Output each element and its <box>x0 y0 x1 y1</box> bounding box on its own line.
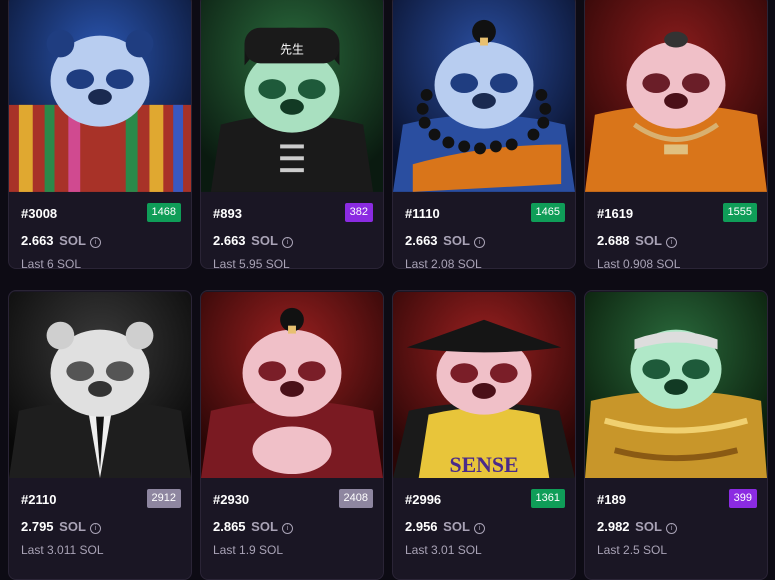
panda-artwork <box>9 0 191 192</box>
panda-artwork <box>9 292 191 478</box>
nft-price: 2.663 SOL i <box>213 233 293 248</box>
nft-grid: #3008 1468 2.663 SOL i Last 6 SOL 先生 #893 <box>0 0 775 580</box>
last-sale: Last 2.08 SOL <box>405 257 482 269</box>
last-sale: Last 3.011 SOL <box>21 543 104 557</box>
nft-image: 先生 <box>201 0 383 193</box>
rarity-badge: 1555 <box>722 203 757 222</box>
rarity-badge: 1361 <box>530 489 565 508</box>
nft-image <box>201 291 383 479</box>
nft-price: 2.795 SOL i <box>21 519 101 534</box>
nft-card[interactable]: #1619 1555 2.688 SOL i Last 0.908 SOL <box>584 0 768 269</box>
nft-name: #2930 <box>213 492 250 507</box>
panda-artwork <box>393 0 575 192</box>
rarity-badge: 399 <box>728 489 757 508</box>
nft-image <box>585 291 767 479</box>
nft-name: #3008 <box>21 206 58 221</box>
nft-image: SENSE <box>393 291 575 479</box>
info-icon[interactable]: i <box>89 237 101 248</box>
last-sale: Last 0.908 SOL <box>597 257 681 269</box>
panda-artwork <box>585 292 767 478</box>
last-sale: Last 3.01 SOL <box>405 543 482 557</box>
info-icon[interactable]: i <box>473 523 485 534</box>
nft-price: 2.663 SOL i <box>405 233 485 248</box>
rarity-badge: 2408 <box>338 489 373 508</box>
nft-name: #2110 <box>21 492 57 507</box>
nft-price: 2.865 SOL i <box>213 519 293 534</box>
last-sale: Last 1.9 SOL <box>213 543 284 557</box>
nft-price: 2.956 SOL i <box>405 519 485 534</box>
rarity-badge: 382 <box>344 203 373 222</box>
nft-name: #1110 <box>405 206 440 221</box>
nft-card[interactable]: #2110 2912 2.795 SOL i Last 3.011 SOL <box>8 290 192 580</box>
nft-name: #1619 <box>597 206 634 221</box>
info-icon[interactable]: i <box>89 523 101 534</box>
nft-card[interactable]: #1110 1465 2.663 SOL i Last 2.08 SOL <box>392 0 576 269</box>
rarity-badge: 1465 <box>530 203 565 222</box>
rarity-badge: 2912 <box>146 489 181 508</box>
nft-card[interactable]: #3008 1468 2.663 SOL i Last 6 SOL <box>8 0 192 269</box>
last-sale: Last 6 SOL <box>21 257 82 269</box>
panda-artwork: SENSE <box>393 292 575 478</box>
info-icon[interactable]: i <box>281 237 293 248</box>
hat-text: 先生 <box>280 42 304 56</box>
panda-artwork <box>585 0 767 192</box>
nft-card[interactable]: 先生 #893 382 2.663 SOL i Last 5.95 SOL <box>200 0 384 269</box>
nft-name: #2996 <box>405 492 442 507</box>
last-sale: Last 5.95 SOL <box>213 257 290 269</box>
nft-name: #893 <box>213 206 242 221</box>
panda-artwork: 先生 <box>201 0 383 192</box>
nft-card[interactable]: SENSE #2996 1361 2.956 SOL i Last 3.01 SO… <box>392 290 576 580</box>
nft-image <box>9 0 191 193</box>
panda-artwork <box>201 292 383 478</box>
info-icon[interactable]: i <box>281 523 293 534</box>
nft-image <box>585 0 767 193</box>
last-sale: Last 2.5 SOL <box>597 543 668 557</box>
nft-price: 2.982 SOL i <box>597 519 677 534</box>
nft-card[interactable]: #2930 2408 2.865 SOL i Last 1.9 SOL <box>200 290 384 580</box>
nft-name: #189 <box>597 492 626 507</box>
jersey-text: SENSE <box>450 453 519 477</box>
info-icon[interactable]: i <box>473 237 485 248</box>
nft-image <box>9 291 191 479</box>
nft-card[interactable]: #189 399 2.982 SOL i Last 2.5 SOL <box>584 290 768 580</box>
nft-image <box>393 0 575 193</box>
nft-price: 2.663 SOL i <box>21 233 101 248</box>
nft-price: 2.688 SOL i <box>597 233 677 248</box>
info-icon[interactable]: i <box>665 523 677 534</box>
rarity-badge: 1468 <box>146 203 181 222</box>
info-icon[interactable]: i <box>665 237 677 248</box>
